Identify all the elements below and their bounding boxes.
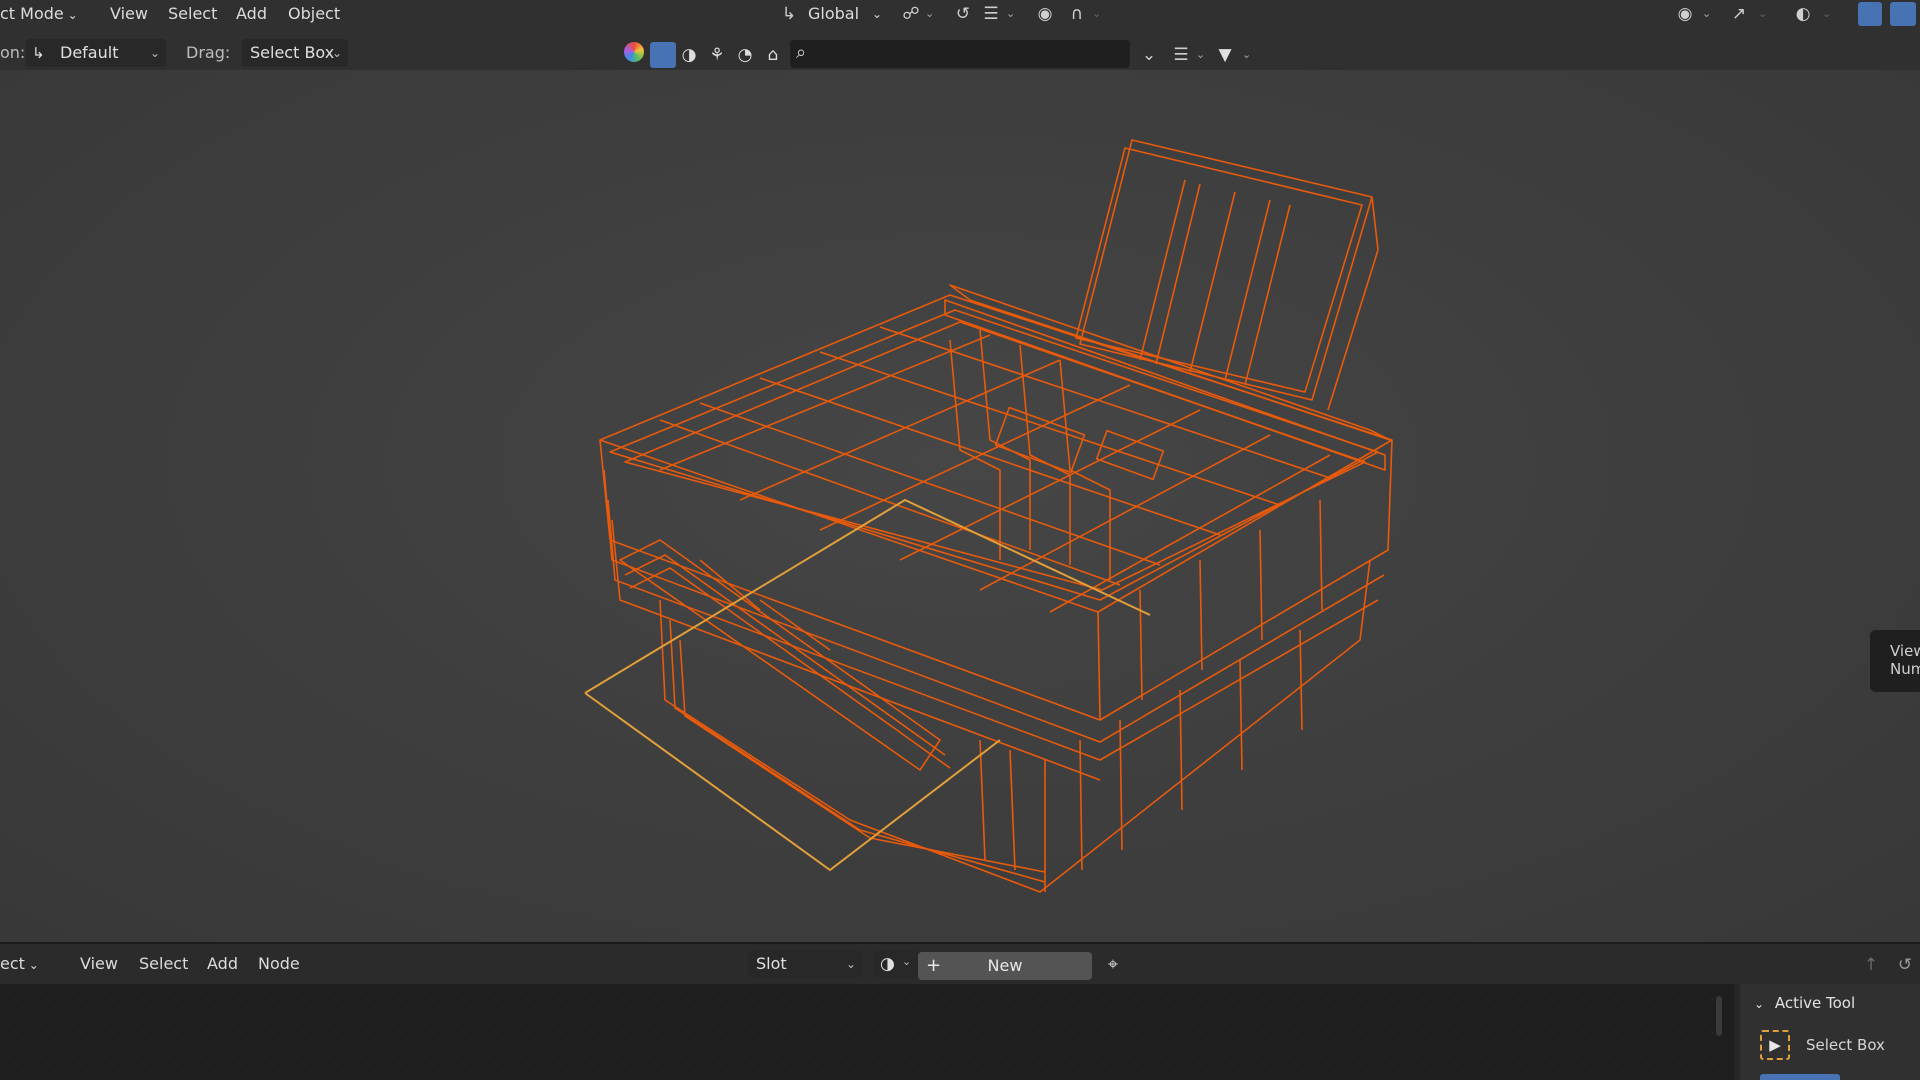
pin-icon[interactable]: ⌖ — [1102, 954, 1124, 976]
xray-toggle-icon[interactable] — [1858, 2, 1882, 26]
orientation-value: Default — [60, 43, 119, 62]
wireframe-shading-icon[interactable] — [1890, 2, 1916, 26]
material-browse-button[interactable]: ◑ ⌄ — [874, 950, 918, 978]
node-menu-node[interactable]: Node — [258, 950, 300, 978]
selection-outline — [584, 498, 1151, 872]
drag-label: Drag: — [186, 43, 231, 62]
printer-wireframe[interactable] — [0, 70, 1920, 942]
solid-shading-icon[interactable]: ◑ — [678, 44, 700, 66]
chevron-down-icon: ⌄ — [1196, 48, 1206, 61]
orientation-dropdown[interactable]: ↳ Default ⌄ — [26, 39, 166, 67]
node-menu-add[interactable]: Add — [207, 950, 238, 978]
chevron-down-icon: ⌄ — [1242, 48, 1252, 61]
scene-icon[interactable]: ⌂ — [762, 44, 784, 66]
material-sphere-icon: ◑ — [880, 954, 895, 974]
menu-view[interactable]: View — [110, 0, 148, 28]
chevron-down-icon: ⌄ — [1092, 7, 1102, 20]
overlays-icon[interactable]: ◐ — [1792, 3, 1814, 25]
filter-collapse-icon[interactable]: ⌄ — [1138, 44, 1160, 66]
slot-dropdown[interactable]: Slot ⌄ — [748, 950, 862, 978]
gizmo-icon[interactable]: ↗ — [1728, 3, 1750, 25]
node-menu-view[interactable]: View — [80, 950, 118, 978]
active-tool-title: Active Tool — [1774, 994, 1856, 1012]
select-box-tool-icon[interactable]: ▶ — [1760, 1030, 1790, 1060]
node-editor-canvas[interactable] — [0, 984, 1920, 1080]
pivot-point-icon[interactable]: ☍ — [900, 3, 922, 25]
chevron-down-icon: ⌄ — [1006, 7, 1016, 20]
orientation-label: on: — [0, 43, 26, 62]
chevron-down-icon: ⌄ — [902, 955, 912, 968]
node-menu-select[interactable]: Select — [139, 950, 188, 978]
chevron-down-icon: ⌄ — [845, 957, 856, 971]
new-material-label: New — [987, 956, 1023, 975]
region-resize-handle[interactable] — [1716, 996, 1722, 1036]
orientation-gizmo-icon: ↳ — [32, 44, 45, 62]
active-tool-header[interactable]: ⌄ Active Tool — [1754, 992, 1855, 1014]
search-icon: ⌕ — [796, 42, 807, 63]
parent-node-icon[interactable]: ↑ — [1860, 954, 1882, 976]
new-material-button[interactable]: + New — [918, 952, 1092, 980]
drag-dropdown[interactable]: Select Box ⌄ — [242, 39, 348, 67]
sidebar-tab-line-1: View — [1890, 642, 1920, 660]
chevron-down-icon: ⌄ — [925, 7, 935, 20]
visibility-icon[interactable]: ◉ — [1674, 3, 1696, 25]
active-tool-panel: ⌄ Active Tool ▶ Select Box — [1734, 984, 1920, 1080]
select-box-mode-icon[interactable] — [650, 42, 676, 68]
transform-orientation-dropdown[interactable]: Global ⌄ — [808, 0, 888, 28]
material-shading-icon[interactable]: ⚘ — [706, 44, 728, 66]
sidebar-tab-view[interactable]: View Num — [1870, 630, 1920, 692]
snap-increment-icon[interactable]: ☰ — [980, 3, 1002, 25]
drag-value: Select Box — [250, 43, 335, 62]
tree-view-icon[interactable]: ☰ — [1170, 44, 1192, 66]
menu-object[interactable]: Object — [288, 0, 340, 28]
3d-viewport[interactable] — [0, 70, 1920, 942]
color-picker-icon[interactable] — [624, 42, 644, 62]
active-tool-name: Select Box — [1806, 1036, 1885, 1054]
tool-option-tab[interactable] — [1760, 1074, 1840, 1080]
proportional-editing-icon[interactable]: ◉ — [1034, 3, 1056, 25]
rendered-shading-icon[interactable]: ◔ — [734, 44, 756, 66]
chevron-down-icon: ⌄ — [331, 46, 342, 60]
wireframe-mesh — [599, 139, 1393, 893]
chevron-down-icon: ⌄ — [1754, 997, 1765, 1011]
search-input[interactable]: ⌕ — [790, 40, 1130, 68]
mode-dropdown[interactable]: ct Mode — [0, 0, 78, 28]
node-mode-dropdown[interactable]: ect — [0, 950, 39, 978]
snap-node-icon[interactable]: ↺ — [1894, 954, 1916, 976]
viewport-header: ct Mode View Select Add Object ↳ Global … — [0, 0, 1920, 28]
menu-select[interactable]: Select — [168, 0, 217, 28]
transform-orientation-label: Global — [808, 4, 860, 23]
chevron-down-icon: ⌄ — [1758, 7, 1768, 20]
filter-icon[interactable]: ▼ — [1214, 44, 1236, 66]
snap-icon[interactable]: ↺ — [952, 3, 974, 25]
sidebar-tab-line-2: Num — [1890, 660, 1920, 678]
transform-orientation-icon: ↳ — [781, 4, 797, 24]
chevron-down-icon: ⌄ — [1702, 7, 1712, 20]
chevron-down-icon: ⌄ — [1822, 7, 1832, 20]
menu-add[interactable]: Add — [236, 0, 267, 28]
chevron-down-icon: ⌄ — [149, 46, 160, 60]
slot-label: Slot — [756, 954, 787, 973]
falloff-icon[interactable]: ∩ — [1066, 3, 1088, 25]
plus-icon: + — [926, 955, 942, 976]
chevron-down-icon: ⌄ — [872, 7, 883, 21]
